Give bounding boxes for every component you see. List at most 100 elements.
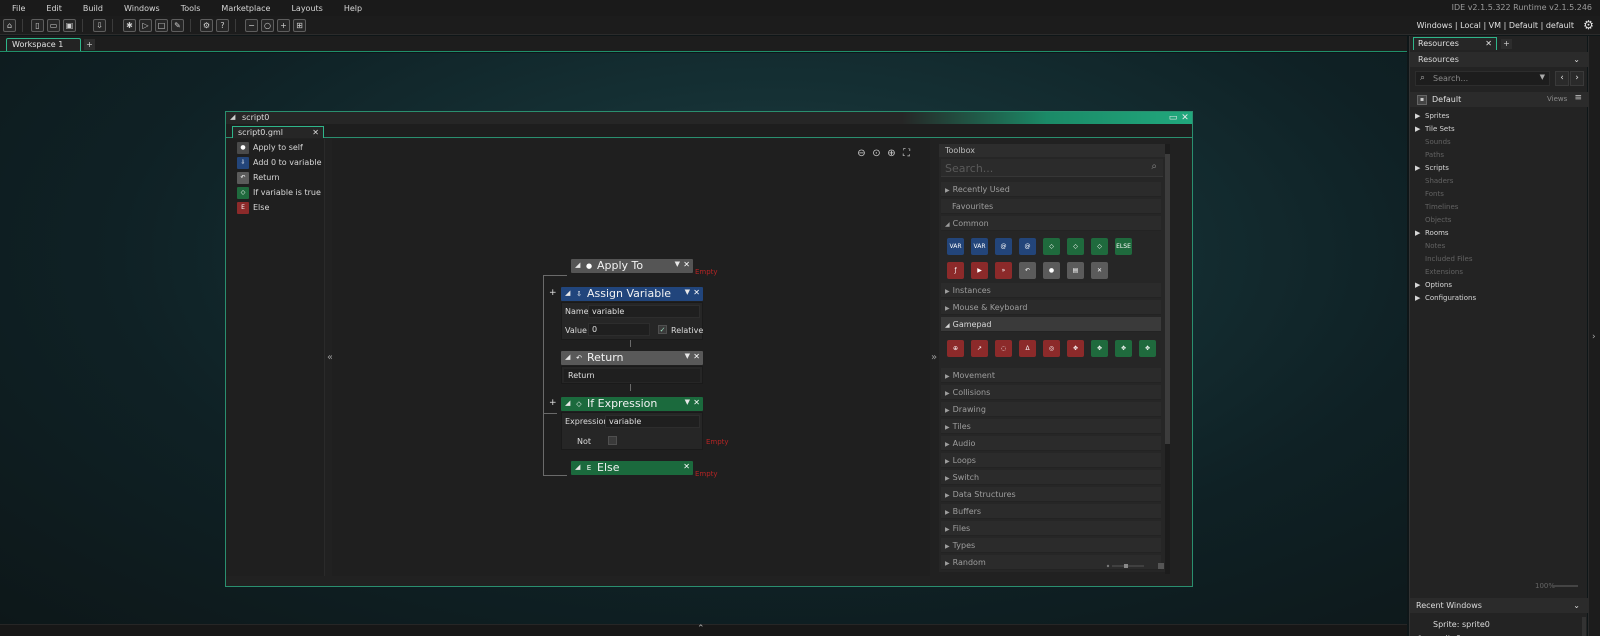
fit-screen-icon[interactable]: ⛶ [900,147,913,160]
toolbox-scrollbar[interactable] [1165,144,1170,574]
toolbox-category-data-structures[interactable]: ▶ Data Structures [941,487,1161,502]
resource-folder-sprites[interactable]: ▶ Sprites [1415,112,1449,120]
close-icon[interactable]: ✕ [693,288,700,297]
block-header[interactable]: ◢ ◇ If Expression ▼ ✕ [561,397,703,411]
menu-windows[interactable]: Windows [112,4,169,13]
action-item-if-expression[interactable]: ◇ If variable is true [236,186,323,200]
hamburger-menu-icon[interactable]: ≡ [1574,93,1582,103]
toolbox-category-tiles[interactable]: ▶ Tiles [941,419,1161,434]
block-header[interactable]: ◢ ↶ Return ▼ ✕ [561,351,703,365]
resource-folder-objects[interactable]: ▶Objects [1415,216,1451,224]
menu-marketplace[interactable]: Marketplace [209,4,279,13]
chevron-down-icon[interactable]: ▼ [685,352,690,360]
gamepad-count-icon[interactable]: Δ [1019,340,1036,357]
expand-plus-icon[interactable]: + [549,288,557,298]
resource-folder-included-files[interactable]: ▶Included Files [1415,255,1473,263]
declare-temp-icon[interactable]: VAR [971,238,988,255]
collapse-triangle-icon[interactable]: ◢ [565,399,570,407]
resource-folder-shaders[interactable]: ▶Shaders [1415,177,1453,185]
toolbox-category-common[interactable]: ◢ Common [941,216,1161,231]
expand-output-icon[interactable]: ⌃ [697,624,705,634]
block-header[interactable]: ◢ ● Apply To ▼ ✕ [571,259,693,273]
clean-icon[interactable]: ✎ [171,19,184,32]
action-item-else[interactable]: E Else [236,201,323,215]
views-button[interactable]: Views [1547,95,1567,103]
chevron-down-icon[interactable]: ▼ [685,288,690,296]
assign-var-icon[interactable]: VAR [947,238,964,255]
tab-script0-gml[interactable]: script0.gml ✕ [232,126,324,138]
comment-icon[interactable]: ▤ [1067,262,1084,279]
toolbox-category-buffers[interactable]: ▶ Buffers [941,504,1161,519]
scrollbar-thumb[interactable] [1165,154,1170,444]
relative-checkbox[interactable]: ✓ [658,325,667,334]
maximize-icon[interactable]: ▭ [1168,113,1178,123]
close-tab-icon[interactable]: ✕ [312,127,319,138]
target-selector[interactable]: Windows | Local | VM | Default | default [1417,21,1574,30]
execute-code-icon[interactable]: » [995,262,1012,279]
close-icon[interactable]: ✕ [683,462,690,471]
layout-grid-icon[interactable]: ⊞ [293,19,306,32]
if-undefined-icon[interactable]: ◇ [1091,238,1108,255]
add-workspace-button[interactable]: + [84,39,95,50]
if-gamepad-button-icon[interactable]: ✥ [1091,340,1108,357]
tab-resources[interactable]: Resources ✕ [1413,37,1497,50]
zoom-out-icon[interactable]: − [245,19,258,32]
resource-folder-notes[interactable]: ▶Notes [1415,242,1445,250]
toolbox-category-switch[interactable]: ▶ Switch [941,470,1161,485]
variable-name-field[interactable]: variable [588,305,700,318]
debug-icon[interactable]: ✱ [123,19,136,32]
apply-to-icon[interactable]: ● [1043,262,1060,279]
toolbox-category-instances[interactable]: ▶ Instances [941,283,1161,298]
toolbox-category-favourites[interactable]: Favourites [941,199,1161,214]
chevron-down-icon[interactable]: ▼ [1540,73,1545,81]
save-icon[interactable]: ▣ [63,19,76,32]
toolbox-category-audio[interactable]: ▶ Audio [941,436,1161,451]
block-header[interactable]: ◢ E Else ✕ [571,461,693,475]
run-script-icon[interactable]: ▶ [971,262,988,279]
script-window-titlebar[interactable]: ◢ script0 ▭ ✕ [226,112,1192,124]
chevron-down-icon[interactable]: ▼ [685,398,690,406]
resource-folder-fonts[interactable]: ▶Fonts [1415,190,1444,198]
assign-global-icon[interactable]: @ [995,238,1012,255]
expand-plus-icon[interactable]: + [549,398,557,408]
block-header[interactable]: ◢ ⇩ Assign Variable ▼ ✕ [561,287,703,301]
collapse-triangle-icon[interactable]: ◢ [575,463,580,471]
gamepad-deadzone-icon[interactable]: ◌ [995,340,1012,357]
action-item-assign-variable[interactable]: ⇩ Add 0 to variable [236,156,323,170]
gamepad-connected-icon[interactable]: ⊕ [947,340,964,357]
resource-folder-scripts[interactable]: ▶ Scripts [1415,164,1449,172]
toolbox-category-files[interactable]: ▶ Files [941,521,1161,536]
zoom-reset-icon[interactable]: ⊙ [870,147,883,160]
toolbox-search-input[interactable] [945,162,1140,174]
action-item-apply-to[interactable]: ● Apply to self [236,141,323,155]
game-options-icon[interactable]: ⚙ [200,19,213,32]
chevron-down-icon[interactable]: ▼ [675,260,680,268]
menu-edit[interactable]: Edit [34,4,71,13]
search-icon[interactable]: ⌕ [1151,161,1157,172]
toolbox-category-collisions[interactable]: ▶ Collisions [941,385,1161,400]
resource-folder-extensions[interactable]: ▶Extensions [1415,268,1463,276]
resource-folder-sounds[interactable]: ▶Sounds [1415,138,1451,146]
zoom-in-icon[interactable]: ⊕ [885,147,898,160]
menu-build[interactable]: Build [71,4,112,13]
chevron-down-icon[interactable]: ⌄ [1573,52,1580,67]
menu-file[interactable]: File [0,4,34,13]
zoom-reset-icon[interactable]: ○ [261,19,274,32]
collapse-right-icon[interactable]: » [931,352,937,363]
tab-workspace-1[interactable]: Workspace 1 [6,38,81,51]
toolbox-category-loops[interactable]: ▶ Loops [941,453,1161,468]
variable-value-field[interactable]: 0 [588,323,650,336]
dnd-canvas[interactable]: ⊖ ⊙ ⊕ ⛶ ◢ ● Apply To ▼ ✕ Empty + ◢ ⇩ Ass… [332,139,930,576]
collapse-triangle-icon[interactable]: ◢ [565,353,570,361]
function-call-icon[interactable]: ƒ [947,262,964,279]
resources-header[interactable]: Resources ⌄ [1410,52,1588,67]
close-tab-icon[interactable]: ✕ [1485,38,1492,50]
resource-folder-rooms[interactable]: ▶ Rooms [1415,229,1449,237]
menu-tools[interactable]: Tools [169,4,210,13]
gamepad-button-icon[interactable]: ◎ [1043,340,1060,357]
new-project-icon[interactable]: ▯ [31,19,44,32]
if-variable-icon[interactable]: ◇ [1043,238,1060,255]
stop-icon[interactable]: □ [155,19,168,32]
toolbox-category-drawing[interactable]: ▶ Drawing [941,402,1161,417]
prev-result-button[interactable]: ‹ [1555,71,1569,86]
